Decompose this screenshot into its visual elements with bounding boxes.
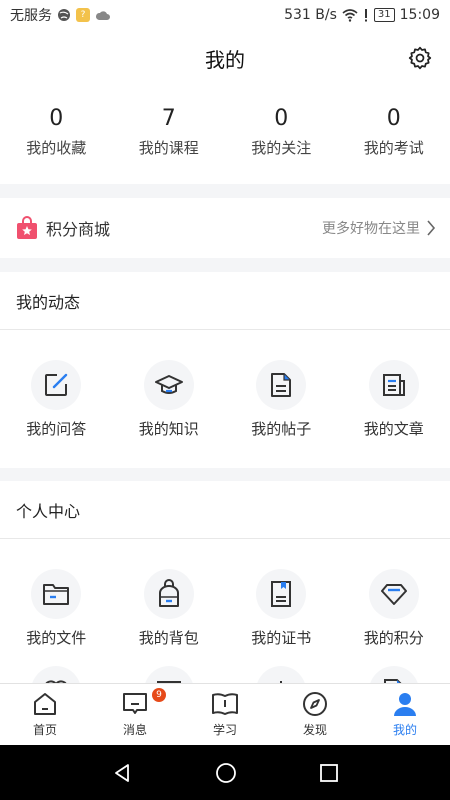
wifi-icon — [342, 8, 358, 22]
grid-item-posts[interactable]: 我的帖子 — [225, 360, 338, 439]
tab-study[interactable]: 学习 — [180, 684, 270, 745]
network-speed: 531 B/s — [284, 7, 337, 23]
book-icon — [212, 693, 238, 715]
bottom-tab-bar: 首页 9 消息 学习 发现 我的 — [0, 683, 450, 745]
grid-item-backpack[interactable]: 我的背包 — [113, 569, 226, 648]
edit-icon — [45, 373, 68, 396]
diamond-icon — [380, 584, 407, 605]
page-title: 我的 — [205, 47, 245, 72]
stat-value: 7 — [161, 106, 176, 131]
user-icon — [394, 693, 416, 716]
grid-item-points[interactable]: 我的积分 — [338, 569, 450, 648]
grid-label: 我的文件 — [26, 629, 87, 647]
home-icon — [34, 693, 56, 715]
mall-more-link[interactable]: 更多好物在这里 — [322, 218, 436, 238]
back-icon[interactable] — [111, 762, 133, 784]
grid-label: 我的背包 — [138, 629, 199, 647]
grid-label: 我的积分 — [363, 629, 424, 647]
tab-label: 发现 — [302, 723, 327, 737]
stat-label: 我的课程 — [138, 139, 199, 157]
chevron-right-icon — [427, 220, 436, 236]
app-notification-icon: ? — [76, 8, 90, 22]
recents-icon[interactable] — [319, 763, 339, 783]
globe-icon — [58, 9, 70, 21]
tab-label: 消息 — [122, 723, 147, 737]
section-title: 个人中心 — [0, 481, 450, 539]
compass-icon — [303, 692, 327, 716]
message-badge: 9 — [152, 688, 166, 702]
post-icon — [271, 373, 292, 397]
mall-title: 积分商城 — [46, 220, 111, 239]
tab-discover[interactable]: 发现 — [270, 684, 360, 745]
alert-icon — [364, 8, 367, 21]
tab-mine[interactable]: 我的 — [360, 684, 450, 745]
grid-item-certificates[interactable]: 我的证书 — [225, 569, 338, 648]
message-icon — [123, 693, 147, 714]
stat-label: 我的考试 — [363, 139, 424, 157]
carrier-text: 无服务 — [10, 8, 52, 24]
grid-item-partial[interactable] — [338, 666, 450, 683]
grid-label: 我的知识 — [138, 420, 199, 438]
activity-grid: 我的问答 我的知识 我的帖子 我的文章 — [0, 330, 450, 439]
grid-label: 我的证书 — [251, 629, 312, 647]
stat-following[interactable]: 0 我的关注 — [225, 86, 338, 184]
grid-label: 我的帖子 — [251, 420, 312, 438]
clock-time: 15:09 — [399, 7, 440, 23]
personal-grid: 我的文件 我的背包 我的证书 我的积分 — [0, 539, 450, 648]
stat-value: 0 — [49, 106, 64, 131]
cloud-icon — [95, 11, 110, 20]
certificate-icon — [271, 581, 292, 607]
graduation-cap-icon — [154, 375, 183, 394]
settings-button[interactable] — [406, 44, 434, 72]
personal-grid-next-row — [0, 648, 450, 683]
grid-item-files[interactable]: 我的文件 — [0, 569, 113, 648]
grid-label: 我的文章 — [363, 420, 424, 438]
status-bar: 无服务 ? 531 B/s 31 15:09 — [0, 0, 450, 30]
gear-icon — [408, 46, 432, 70]
stat-favorites[interactable]: 0 我的收藏 — [0, 86, 113, 184]
folder-icon — [43, 584, 70, 605]
article-icon — [382, 374, 405, 396]
stat-label: 我的关注 — [251, 139, 312, 157]
grid-label: 我的问答 — [26, 420, 87, 438]
tab-label: 我的 — [392, 723, 417, 737]
personal-section: 个人中心 我的文件 我的背包 我的证书 我的积分 — [0, 481, 450, 683]
tab-label: 学习 — [212, 723, 237, 737]
battery-indicator: 31 — [373, 8, 395, 22]
stat-courses[interactable]: 7 我的课程 — [113, 86, 226, 184]
page-header: 我的 — [0, 30, 450, 86]
stat-value: 0 — [274, 106, 289, 131]
tab-home[interactable]: 首页 — [0, 684, 90, 745]
shopping-bag-icon — [17, 216, 37, 239]
mall-more-text: 更多好物在这里 — [322, 221, 420, 237]
section-title: 我的动态 — [0, 272, 450, 330]
grid-item-articles[interactable]: 我的文章 — [338, 360, 450, 439]
grid-item-partial[interactable] — [0, 666, 113, 683]
stats-row: 0 我的收藏 7 我的课程 0 我的关注 0 我的考试 — [0, 86, 450, 184]
stat-exams[interactable]: 0 我的考试 — [338, 86, 450, 184]
home-circle-icon[interactable] — [215, 762, 237, 784]
tab-messages[interactable]: 9 消息 — [90, 684, 180, 745]
tab-label: 首页 — [32, 723, 57, 737]
grid-item-knowledge[interactable]: 我的知识 — [113, 360, 226, 439]
system-nav-bar — [0, 745, 450, 800]
grid-item-partial[interactable] — [113, 666, 226, 683]
backpack-icon — [158, 579, 179, 607]
activity-section: 我的动态 我的问答 我的知识 我的帖子 我的文章 — [0, 272, 450, 468]
grid-item-partial[interactable] — [225, 666, 338, 683]
grid-item-qa[interactable]: 我的问答 — [0, 360, 113, 439]
points-mall-row[interactable]: 积分商城 更多好物在这里 — [0, 198, 450, 258]
stat-value: 0 — [386, 106, 401, 131]
stat-label: 我的收藏 — [26, 139, 87, 157]
